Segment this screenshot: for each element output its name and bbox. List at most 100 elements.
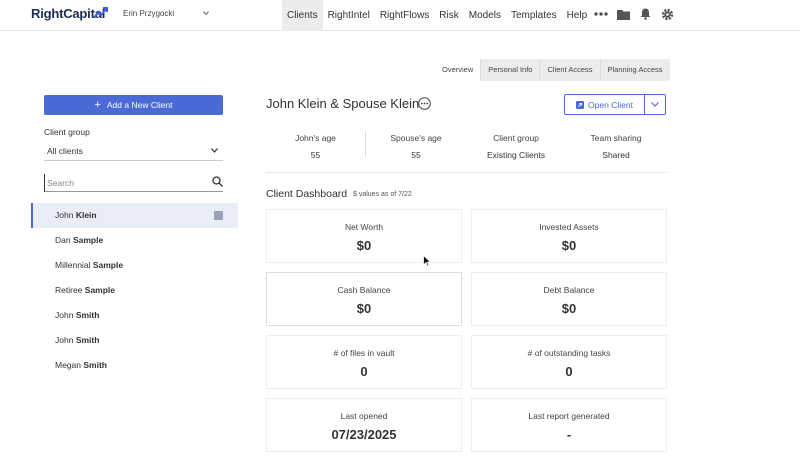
plus-icon: + [94,99,101,111]
nav-risk[interactable]: Risk [434,0,463,31]
tab-personal-info[interactable]: Personal Info [480,59,540,81]
card-label: Net Worth [344,222,384,232]
summary-johns-age: John's age 55 [266,131,366,160]
card-label: Debt Balance [543,285,595,295]
client-last-name: Sample [72,235,104,245]
nav-help[interactable]: Help [562,0,593,31]
card-value: $0 [356,301,372,316]
logo-chart-icon [93,7,108,19]
card-value: 0 [565,364,573,379]
client-group-label: Client group [44,127,90,137]
card-value: 07/23/2025 [331,427,397,442]
summary-spouses-age: Spouse's age 55 [366,131,466,172]
dashboard-title: Client Dashboard [266,188,348,200]
open-client-dropdown[interactable] [645,95,665,114]
client-list-item[interactable]: Megan Smith [31,353,238,378]
summary-value: 55 [310,150,321,160]
search-icon[interactable] [212,176,223,187]
card-value: $0 [561,301,577,316]
gear-icon[interactable] [660,7,674,21]
bell-icon[interactable] [638,7,652,21]
summary-value: Shared [602,150,630,160]
more-icon[interactable] [594,7,608,21]
card-value: - [566,427,572,442]
search-input[interactable] [44,174,204,192]
client-sidebar: + Add a New Client Client group All clie… [31,81,238,467]
external-link-icon [576,100,585,109]
card-value: $0 [356,238,372,253]
card-value: $0 [561,238,577,253]
client-list-item[interactable]: John Klein [31,203,238,228]
client-first-name: Megan [55,360,81,370]
card-label: # of outstanding tasks [527,348,611,358]
client-list-item[interactable]: Retiree Sample [31,278,238,303]
add-client-label: Add a New Client [106,100,173,110]
card-outstanding-tasks: # of outstanding tasks 0 [471,335,667,389]
open-client-label: Open Client [588,99,633,110]
summary-value: Existing Clients [486,150,546,160]
card-last-opened: Last opened 07/23/2025 [266,398,462,452]
client-first-name: John [55,335,74,345]
open-client-icon[interactable] [214,211,223,220]
tab-planning-access[interactable]: Planning Access [599,59,670,81]
summary-label: John's age [295,133,336,143]
dashboard-subtitle: $ values as of 7/22 [353,191,412,198]
summary-team-sharing: Team sharing Shared [566,131,666,172]
card-cash-balance: Cash Balance $0 [266,272,462,326]
add-new-client-button[interactable]: + Add a New Client [44,95,223,115]
open-client-button-group: Open Client [564,94,666,115]
client-group-select[interactable]: All clients [44,141,223,161]
open-client-button[interactable]: Open Client [565,95,645,114]
nav-models[interactable]: Models [464,0,506,31]
client-overview-panel: John Klein & Spouse Klein Open Client Jo… [252,81,679,467]
summary-label: Team sharing [590,133,642,143]
client-search [44,173,223,192]
card-label: Last report generated [528,411,610,421]
client-last-name: Smith [75,310,100,320]
card-label: Invested Assets [539,222,599,232]
card-label: Last opened [340,411,388,421]
client-name-heading: John Klein & Spouse Klein [266,96,420,111]
client-first-name: Dan [55,235,71,245]
card-last-report-generated: Last report generated - [471,398,667,452]
client-list-item[interactable]: Dan Sample [31,228,238,253]
tab-overview[interactable]: Overview [435,59,481,81]
summary-label: Spouse's age [390,133,442,143]
summary-client-group: Client group Existing Clients [466,131,566,172]
client-last-name: Smith [83,360,107,370]
client-first-name: John [55,310,74,320]
summary-value: 55 [411,150,421,160]
more-options-icon[interactable] [418,97,431,110]
user-selector[interactable]: Erin Przygocki [123,9,174,18]
client-last-name: Sample [92,260,124,270]
nav-icon-group [594,7,674,21]
card-value: 0 [360,364,368,379]
chevron-down-icon [651,102,659,107]
top-navigation-bar: RightCapital Erin Przygocki Clients Righ… [0,0,800,31]
summary-label: Client group [493,133,539,143]
chevron-down-icon [211,148,218,153]
card-net-worth: Net Worth $0 [266,209,462,263]
nav-templates[interactable]: Templates [506,0,562,31]
client-list-item[interactable]: John Smith [31,303,238,328]
client-tabs: Overview Personal Info Client Access Pla… [435,59,670,81]
client-last-name: Smith [75,335,100,345]
client-last-name: Sample [84,285,116,295]
client-first-name: Millennial [55,260,91,270]
card-invested-assets: Invested Assets $0 [471,209,667,263]
rightcapital-logo[interactable]: RightCapital [31,6,108,21]
tab-client-access[interactable]: Client Access [539,59,600,81]
nav-rightflows[interactable]: RightFlows [375,0,434,31]
client-list-item[interactable]: Millennial Sample [31,253,238,278]
mouse-cursor-icon [423,255,431,267]
client-summary: John's age 55 Spouse's age 55 Client gro… [266,131,667,173]
client-list-item[interactable]: John Smith [31,328,238,353]
nav-rightintel[interactable]: RightIntel [323,0,375,31]
client-last-name: Klein [75,210,97,220]
folder-icon[interactable] [616,7,630,21]
client-list: John Klein Dan Sample Millennial Sample … [31,203,238,378]
nav-clients[interactable]: Clients [282,0,323,31]
chevron-down-icon[interactable] [203,10,209,16]
card-label: # of files in vault [333,348,395,358]
card-debt-balance: Debt Balance $0 [471,272,667,326]
